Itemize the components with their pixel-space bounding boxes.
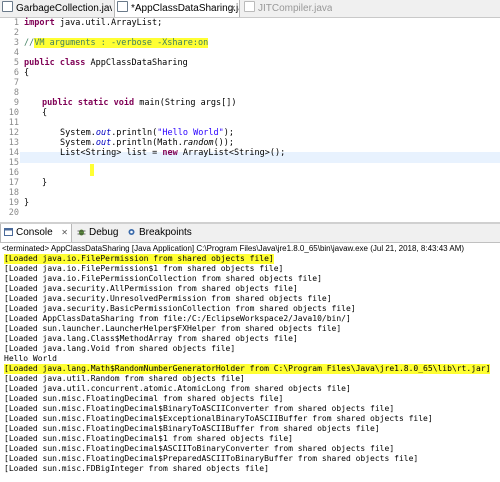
java-file-icon: [2, 1, 13, 12]
console-line: [Loaded java.security.BasicPermissionCol…: [4, 304, 356, 313]
tab-label: JITCompiler.java: [258, 3, 332, 14]
console-tab-bar: Console ✕ Debug Breakpoints: [0, 224, 500, 243]
editor-tab-bar: GarbageCollection.java *AppClassDataShar…: [0, 0, 500, 18]
line-number-gutter: 1 2 3 4 5 6 7 8 9 10 11 12 13 14 15 16 1…: [0, 18, 20, 222]
line-number: 5: [13, 58, 19, 68]
console-line: [Loaded sun.misc.FloatingDecimal$Excepti…: [4, 414, 433, 423]
close-icon[interactable]: ✕: [229, 0, 236, 17]
line-number: 4: [13, 48, 19, 58]
tab-console[interactable]: Console ✕: [0, 224, 72, 242]
code-line-method-close: }: [42, 178, 48, 188]
line-number: 20: [8, 208, 19, 218]
console-line: [Loaded java.util.concurrent.atomic.Atom…: [4, 384, 351, 393]
code-line-class-close: }: [24, 198, 30, 208]
console-line: [Loaded AppClassDataSharing from file:/C…: [4, 314, 351, 323]
console-line: [Loaded sun.launcher.LauncherHelper$FXHe…: [4, 324, 342, 333]
code-line-import: import java.util.ArrayList;: [24, 18, 163, 28]
tab-label: Console: [16, 227, 53, 238]
line-number: 18: [8, 188, 19, 198]
code-line-main-decl: public static void main(String args[]): [42, 98, 237, 108]
breakpoints-icon: [128, 229, 135, 235]
console-line: [Loaded java.lang.Class$MethodArray from…: [4, 334, 298, 343]
code-line-comment: //VM arguments : -verbose -Xshare:on: [24, 38, 209, 48]
code-line-class-brace: {: [24, 68, 30, 78]
tab-breakpoints[interactable]: Breakpoints: [124, 224, 204, 242]
highlighted-comment: VM arguments : -verbose -Xshare:on: [34, 38, 209, 48]
tab-label: *AppClassDataSharing.java: [131, 3, 239, 14]
close-icon[interactable]: ✕: [61, 224, 68, 242]
line-number: 14: [8, 148, 19, 158]
tab-jit-compiler[interactable]: JITCompiler.java: [242, 0, 332, 17]
console-line: [Loaded java.lang.Void from shared objec…: [4, 344, 236, 353]
line-number: 3: [13, 38, 19, 48]
terminated-status-line: <terminated> AppClassDataSharing [Java A…: [2, 244, 465, 253]
tab-debug[interactable]: Debug: [74, 224, 124, 242]
tab-garbage-collection[interactable]: GarbageCollection.java: [0, 0, 112, 17]
code-line-method-brace: {: [42, 108, 48, 118]
console-line: [Loaded java.util.Random from shared obj…: [4, 374, 245, 383]
tab-app-class-data-sharing[interactable]: *AppClassDataSharing.java ✕: [114, 0, 240, 17]
line-number: 15: [8, 158, 19, 168]
line-number: 13: [8, 138, 19, 148]
console-line: [Loaded java.security.UnresolvedPermissi…: [4, 294, 332, 303]
console-line: [Loaded java.lang.Math$RandomNumberGener…: [4, 364, 491, 374]
console-line: [Loaded sun.misc.FloatingDecimal from sh…: [4, 394, 284, 403]
console-line: [Loaded sun.misc.FloatingDecimal$BinaryT…: [4, 424, 380, 433]
java-file-icon: [117, 1, 128, 12]
yellow-highlight-mark: [90, 164, 94, 176]
code-line-class-decl: public class AppClassDataSharing: [24, 58, 188, 68]
console-line: [Loaded sun.misc.FDBigInteger from share…: [4, 464, 269, 473]
console-line: [Loaded sun.misc.FloatingDecimal$BinaryT…: [4, 404, 395, 413]
console-line: [Loaded java.io.FilePermission$1 from sh…: [4, 264, 284, 273]
line-number: 17: [8, 178, 19, 188]
tab-label: Debug: [89, 227, 119, 238]
line-number: 19: [8, 198, 19, 208]
console-line: [Loaded java.io.FilePermission from shar…: [4, 254, 274, 264]
line-number: 9: [13, 98, 19, 108]
code-line-print-random: System.out.println(Math.random());: [60, 138, 235, 148]
tab-label: GarbageCollection.java: [16, 3, 112, 14]
console-line: [Loaded sun.misc.FloatingDecimal$ASCIITo…: [4, 444, 395, 453]
line-number: 6: [13, 68, 19, 78]
line-number: 11: [8, 118, 19, 128]
code-line-print-hello: System.out.println("Hello World");: [60, 128, 235, 138]
java-file-icon: [244, 1, 255, 12]
line-number: 1: [13, 18, 19, 28]
console-icon: [4, 228, 13, 236]
line-number: 8: [13, 88, 19, 98]
console-line: [Loaded sun.misc.FloatingDecimal$1 from …: [4, 434, 293, 443]
console-line: [Loaded sun.misc.FloatingDecimal$Prepare…: [4, 454, 419, 463]
line-number: 16: [8, 168, 19, 178]
line-number: 7: [13, 78, 19, 88]
console-line: [Loaded java.io.FilePermissionCollection…: [4, 274, 322, 283]
line-number: 10: [8, 108, 19, 118]
tab-label: Breakpoints: [139, 227, 192, 238]
debug-bug-icon: [77, 229, 86, 236]
line-number: 12: [8, 128, 19, 138]
code-line-list-decl: List<String> list = new ArrayList<String…: [60, 148, 286, 158]
code-editor[interactable]: 1 2 3 4 5 6 7 8 9 10 11 12 13 14 15 16 1…: [0, 18, 500, 222]
line-number: 2: [13, 28, 19, 38]
console-line: Hello World: [4, 354, 57, 363]
console-line: [Loaded java.security.AllPermission from…: [4, 284, 298, 293]
